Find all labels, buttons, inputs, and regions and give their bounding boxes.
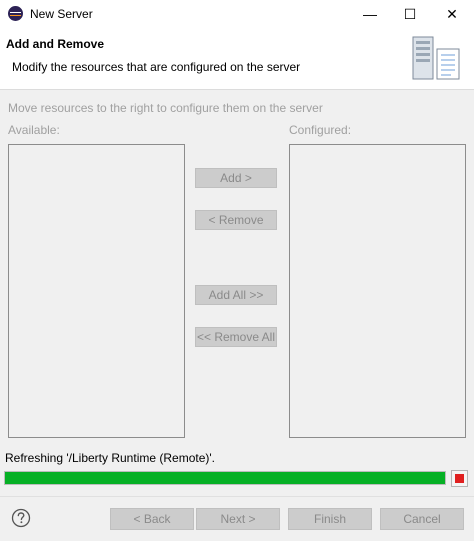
stop-icon <box>455 474 464 483</box>
available-label: Available: <box>8 123 60 137</box>
available-list[interactable] <box>8 144 185 438</box>
remove-all-button[interactable]: << Remove All <box>195 327 277 347</box>
progress-fill <box>5 472 445 484</box>
instruction-text: Move resources to the right to configure… <box>8 101 323 115</box>
eclipse-icon <box>8 6 23 21</box>
next-button[interactable]: Next > <box>196 508 280 530</box>
status-text: Refreshing '/Liberty Runtime (Remote)'. <box>5 451 215 465</box>
finish-button[interactable]: Finish <box>288 508 372 530</box>
back-button[interactable]: < Back <box>110 508 194 530</box>
configured-label: Configured: <box>289 123 352 137</box>
maximize-button[interactable]: ☐ <box>390 0 430 28</box>
configured-list[interactable] <box>289 144 466 438</box>
minimize-button[interactable]: — <box>350 0 390 28</box>
page-description: Modify the resources that are configured… <box>12 60 301 74</box>
close-button[interactable]: ✕ <box>432 0 472 28</box>
add-all-button[interactable]: Add All >> <box>195 285 277 305</box>
window-title: New Server <box>30 7 93 21</box>
cancel-button[interactable]: Cancel <box>380 508 464 530</box>
remove-button[interactable]: < Remove <box>195 210 277 230</box>
footer-divider <box>0 496 474 497</box>
stop-button[interactable] <box>451 470 468 487</box>
help-icon[interactable] <box>11 508 31 528</box>
page-title: Add and Remove <box>6 37 105 51</box>
add-button[interactable]: Add > <box>195 168 277 188</box>
server-wizard-icon <box>412 36 460 80</box>
